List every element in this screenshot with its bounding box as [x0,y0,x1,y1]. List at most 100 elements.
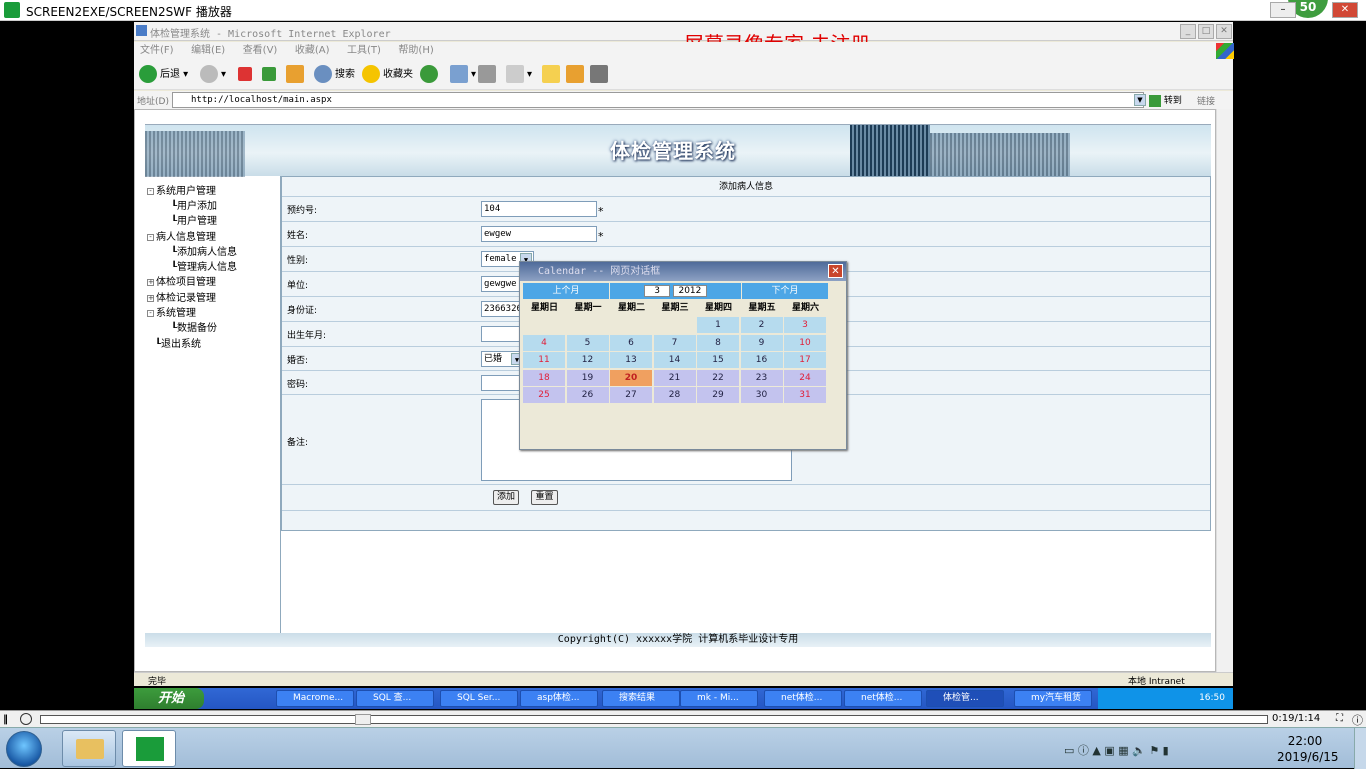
nav-add-patient[interactable]: ┖添加病人信息 [171,243,237,258]
seek-knob[interactable] [355,714,371,725]
win7-clock[interactable]: 22:00 2019/6/15 [1277,733,1339,765]
year-select[interactable]: 2012 [672,284,707,297]
month-select[interactable]: 3 [644,284,671,297]
menu-favorites[interactable]: 收藏(A) [295,42,330,60]
menu-file[interactable]: 文件(F) [140,42,174,60]
xp-task-button[interactable]: 搜索结果 [602,690,680,707]
xp-task-button[interactable]: SQL Ser... [440,690,518,707]
stop-playback-button[interactable] [20,713,32,725]
calendar-day[interactable]: 25 [523,387,565,403]
nav-user-add[interactable]: ┖用户添加 [171,197,217,212]
calendar-day[interactable]: 16 [740,352,783,368]
forward-button[interactable]: ▾ [200,65,226,85]
minimize-button[interactable]: – [1270,2,1296,18]
stop-button[interactable] [238,65,255,85]
start-button[interactable]: 开始 [134,688,204,709]
calendar-day[interactable]: 10 [784,334,826,351]
discuss-button[interactable] [542,65,563,85]
tray-icons[interactable]: ▭ ⓘ ▲ ▣ ▦ 🔈 ⚑ ▮ [1064,742,1169,758]
seek-bar[interactable] [40,715,1268,724]
menu-view[interactable]: 查看(V) [243,42,278,60]
add-button[interactable]: 添加 [493,490,519,505]
next-month-button[interactable]: 下个月 [742,283,828,299]
nav-system-users[interactable]: - 系统用户管理 [147,182,216,197]
prev-month-button[interactable]: 上个月 [523,283,609,299]
calendar-day[interactable]: 27 [610,387,652,403]
calendar-close-button[interactable]: ✕ [828,264,843,278]
calendar-day[interactable]: 28 [653,387,696,403]
info-icon[interactable]: ⓘ [1352,712,1363,728]
explorer-taskbar-button[interactable] [62,730,116,767]
xp-task-button[interactable]: my汽车租赁 [1014,690,1092,707]
calendar-day[interactable]: 18 [523,369,565,386]
calendar-day[interactable]: 22 [697,369,739,386]
messenger-button[interactable] [590,65,611,85]
ie-maximize-button[interactable]: □ [1198,24,1214,39]
calendar-day[interactable]: 17 [784,352,826,368]
xp-task-button[interactable]: net体检... [764,690,842,707]
windows-start-orb[interactable] [6,731,42,767]
appt-no-input[interactable]: 104 [481,201,597,217]
player-taskbar-button[interactable] [122,730,176,767]
menu-tools[interactable]: 工具(T) [347,42,381,60]
nav-manage-patient[interactable]: ┖管理病人信息 [171,258,237,273]
calendar-day[interactable]: 30 [740,387,783,403]
mail-button[interactable]: ▾ [450,65,476,85]
edit-button[interactable]: ▾ [506,65,532,85]
research-button[interactable] [566,65,587,85]
calendar-day[interactable]: 9 [740,334,783,351]
xp-task-button[interactable]: Macrome... [276,690,354,707]
ie-minimize-button[interactable]: _ [1180,24,1196,39]
go-button[interactable]: 转到 [1149,93,1182,107]
history-button[interactable] [420,65,441,85]
calendar-day[interactable]: 11 [523,352,565,368]
calendar-day[interactable]: 19 [566,369,609,386]
calendar-day[interactable]: 6 [610,334,652,351]
favorites-button[interactable]: 收藏夹 [362,65,413,85]
xp-task-button[interactable]: net体检... [844,690,922,707]
calendar-day[interactable]: 31 [784,387,826,403]
xp-task-button[interactable]: asp体检... [520,690,598,707]
calendar-day[interactable]: 29 [697,387,739,403]
calendar-day[interactable]: 23 [740,369,783,386]
nav-system-manage[interactable]: - 系统管理 [147,304,196,319]
search-button[interactable]: 搜索 [314,65,355,85]
xp-task-button[interactable]: SQL 查... [356,690,434,707]
quick-launch[interactable] [218,692,268,706]
address-dropdown-icon[interactable]: ▼ [1134,94,1146,106]
calendar-day[interactable]: 26 [566,387,609,403]
refresh-button[interactable] [262,65,279,85]
back-button[interactable]: 后退 ▾ [139,65,188,85]
calendar-day[interactable]: 21 [653,369,696,386]
nav-patient-info[interactable]: - 病人信息管理 [147,228,216,243]
links-button[interactable]: 链接 [1197,94,1215,107]
nav-data-backup[interactable]: ┖数据备份 [171,319,217,334]
home-button[interactable] [286,65,307,85]
pause-button[interactable]: ‖ [3,714,8,725]
calendar-day[interactable]: 4 [523,334,565,351]
calendar-day[interactable]: 13 [610,352,652,368]
menu-edit[interactable]: 编辑(E) [191,42,225,60]
nav-exam-items[interactable]: + 体检项目管理 [147,273,216,288]
nav-user-manage[interactable]: ┖用户管理 [171,212,217,227]
calendar-day[interactable]: 15 [697,352,739,368]
menu-help[interactable]: 帮助(H) [398,42,433,60]
address-input[interactable]: http://localhost/main.aspx [172,92,1144,108]
nav-exam-records[interactable]: + 体检记录管理 [147,289,216,304]
fullscreen-icon[interactable]: ⛶ [1336,713,1343,724]
close-button[interactable]: ✕ [1332,2,1358,18]
ie-close-button[interactable]: ✕ [1216,24,1232,39]
calendar-day[interactable]: 8 [697,334,739,351]
name-input[interactable]: ewgew [481,226,597,242]
calendar-day[interactable]: 3 [784,317,826,333]
calendar-day[interactable]: 20 [610,369,652,386]
vertical-scrollbar[interactable] [1216,109,1233,672]
calendar-day[interactable]: 24 [784,369,826,386]
reset-button[interactable]: 重置 [531,490,558,505]
xp-task-button[interactable]: 体检管... [926,690,1004,707]
calendar-day[interactable]: 1 [697,317,739,333]
xp-task-button[interactable]: mk - Mi... [680,690,758,707]
print-button[interactable] [478,65,499,85]
nav-logout[interactable]: ┖退出系统 [155,335,201,350]
calendar-day[interactable]: 14 [653,352,696,368]
